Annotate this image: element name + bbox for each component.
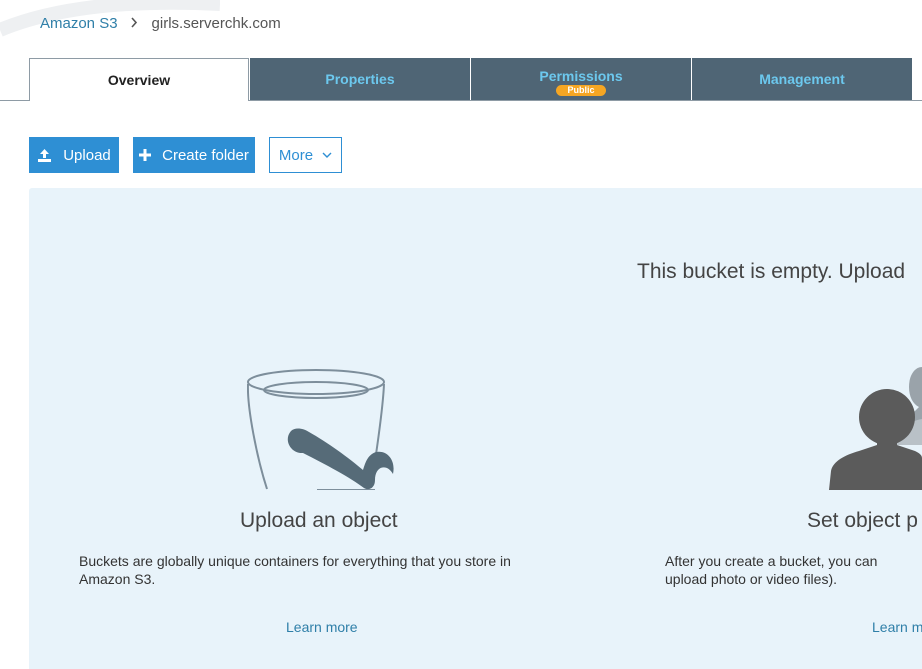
upload-object-card-description: Buckets are globally unique containers f… (79, 553, 511, 587)
upload-icon (37, 148, 52, 163)
chevron-down-icon (322, 152, 332, 159)
tab-permissions[interactable]: Permissions Public (471, 58, 691, 100)
set-permissions-card-description: After you create a bucket, you can uploa… (665, 552, 922, 588)
upload-button[interactable]: Upload (29, 137, 119, 173)
users-icon (829, 367, 922, 490)
empty-bucket-panel: This bucket is empty. Upload Upload an o… (29, 188, 922, 669)
upload-object-learn-more-link[interactable]: Learn more (286, 619, 358, 635)
set-permissions-card-description-text: After you create a bucket, you can uploa… (665, 553, 878, 587)
set-permissions-learn-more-link[interactable]: Learn m (872, 619, 922, 635)
create-folder-button-label: Create folder (162, 146, 249, 164)
chevron-right-icon (124, 15, 144, 32)
tab-overview[interactable]: Overview (29, 58, 249, 101)
tab-overview-label: Overview (107, 72, 171, 88)
empty-bucket-title: This bucket is empty. Upload (637, 260, 906, 283)
tab-properties[interactable]: Properties (250, 58, 470, 100)
breadcrumb-amazon-s3-link[interactable]: Amazon S3 (40, 15, 118, 32)
breadcrumb-bucket-name: girls.serverchk.com (151, 14, 281, 32)
upload-object-card-title: Upload an object (240, 509, 398, 532)
create-folder-button[interactable]: Create folder (133, 137, 255, 173)
more-button-label: More (278, 146, 314, 164)
set-permissions-card-title: Set object p (807, 509, 918, 532)
upload-button-label: Upload (63, 146, 111, 164)
plus-icon (139, 149, 152, 161)
more-dropdown-button[interactable]: More (269, 137, 342, 173)
public-badge: Public (556, 85, 606, 96)
bucket-icon (247, 369, 394, 490)
tab-management[interactable]: Management (692, 58, 912, 100)
breadcrumb: Amazon S3 girls.serverchk.com (40, 13, 281, 33)
tab-properties-label: Properties (325, 71, 395, 87)
tab-management-label: Management (759, 71, 845, 87)
tab-permissions-label: Permissions (539, 68, 623, 84)
